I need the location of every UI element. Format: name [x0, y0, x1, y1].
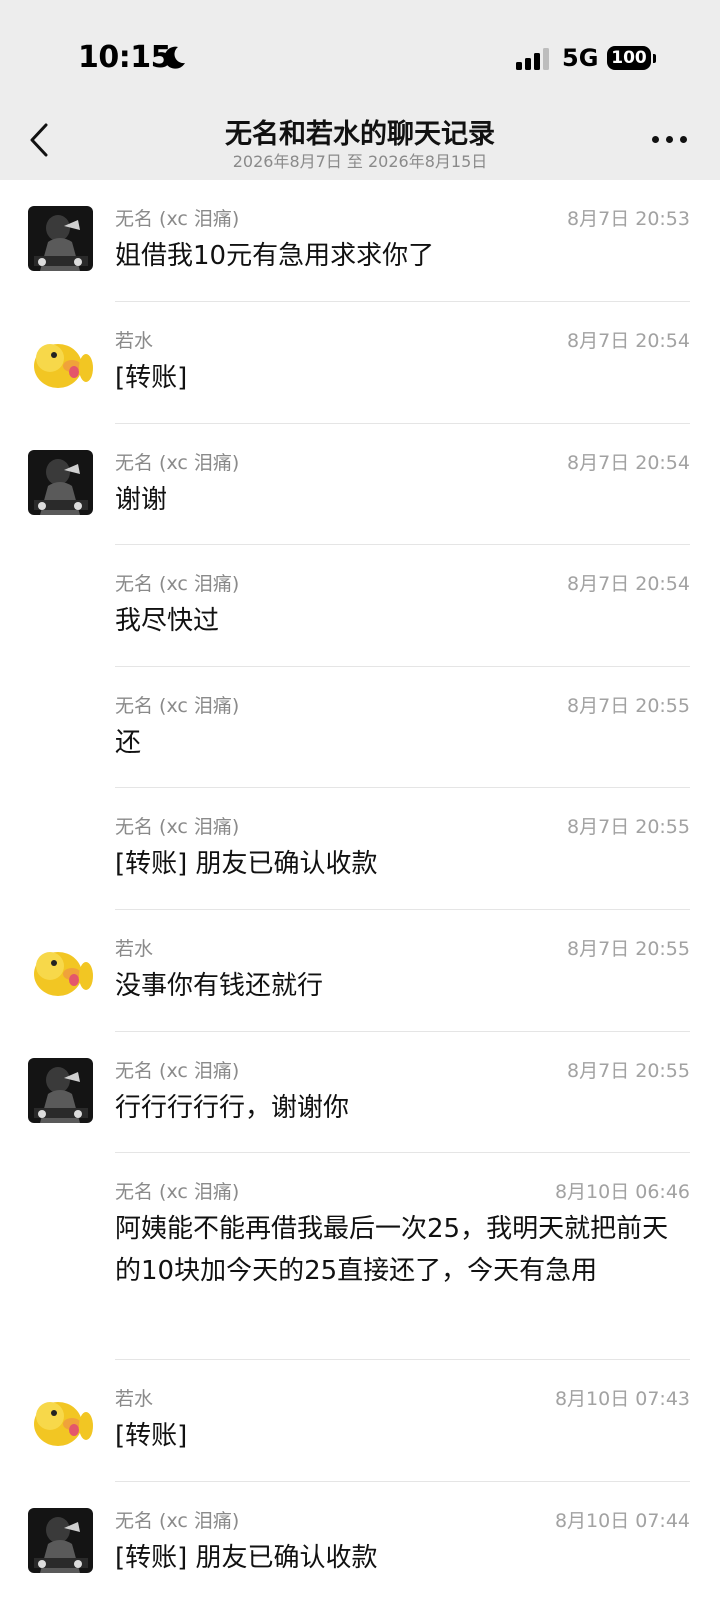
message-time: 8月7日 20:55 [567, 1060, 690, 1082]
message-time: 8月7日 20:54 [567, 573, 690, 595]
avatar[interactable] [28, 1058, 93, 1123]
moon-icon [164, 46, 185, 69]
message-time: 8月10日 07:43 [554, 1388, 690, 1410]
battery-icon: 100 [607, 46, 651, 70]
avatar[interactable] [28, 450, 93, 515]
message-text[interactable]: 还 [115, 722, 690, 764]
message-row: 无名 (xc 泪痛) 8月7日 20:54 谢谢 [0, 424, 720, 545]
message-sender: 若水 [115, 1388, 154, 1410]
message-time: 8月10日 06:46 [554, 1181, 690, 1203]
message-sender: 若水 [115, 330, 154, 352]
message-sender: 无名 (xc 泪痛) [115, 816, 240, 838]
message-text[interactable]: 姐借我10元有急用求求你了 [115, 235, 690, 277]
avatar[interactable] [28, 1386, 93, 1451]
avatar[interactable] [28, 1508, 93, 1573]
avatar[interactable] [28, 936, 93, 1001]
top-bar: 10:15 5G 100 无名和若水的聊天记录 2026年8月7日 至 2026… [0, 0, 720, 180]
message-time: 8月7日 20:55 [567, 938, 690, 960]
message-sender: 无名 (xc 泪痛) [115, 1510, 240, 1532]
message-sender: 无名 (xc 泪痛) [115, 695, 240, 717]
message-row: 若水 8月10日 07:43 [转账] [0, 1360, 720, 1482]
message-text[interactable]: [转账] [115, 357, 690, 399]
status-time: 10:15 [78, 40, 172, 75]
avatar[interactable] [28, 206, 93, 271]
message-row: 无名 (xc 泪痛) 8月7日 20:55 还 [0, 667, 720, 788]
message-text[interactable]: [转账] 朋友已确认收款 [115, 1537, 690, 1579]
network-label: 5G [562, 44, 599, 72]
message-time: 8月7日 20:53 [567, 208, 690, 230]
message-row: 无名 (xc 泪痛) 8月10日 06:46 阿姨能不能再借我最后一次25，我明天就… [0, 1153, 720, 1360]
message-row: 无名 (xc 泪痛) 8月7日 20:55 [转账] 朋友已确认收款 [0, 788, 720, 910]
message-row: 无名 (xc 泪痛) 8月7日 20:54 我尽快过 [0, 545, 720, 667]
message-text[interactable]: [转账] 朋友已确认收款 [115, 843, 690, 885]
message-text[interactable]: 阿姨能不能再借我最后一次25，我明天就把前天的10块加今天的25直接还了，今天有… [115, 1208, 690, 1292]
message-sender: 无名 (xc 泪痛) [115, 208, 240, 230]
message-sender: 无名 (xc 泪痛) [115, 1060, 240, 1082]
message-text[interactable]: 没事你有钱还就行 [115, 965, 690, 1007]
message-row: 无名 (xc 泪痛) 8月7日 20:53 姐借我10元有急用求求你了 [0, 180, 720, 302]
message-sender: 若水 [115, 938, 154, 960]
message-row: 无名 (xc 泪痛) 8月7日 20:55 行行行行行，谢谢你 [0, 1032, 720, 1153]
battery-tip [653, 54, 656, 63]
message-row: 若水 8月7日 20:55 没事你有钱还就行 [0, 910, 720, 1032]
message-sender: 无名 (xc 泪痛) [115, 573, 240, 595]
message-text[interactable]: [转账] [115, 1415, 690, 1457]
message-text[interactable]: 行行行行行，谢谢你 [115, 1087, 690, 1129]
more-icon[interactable] [652, 134, 688, 146]
page-title: 无名和若水的聊天记录 [225, 119, 495, 150]
message-row: 若水 8月7日 20:54 [转账] [0, 302, 720, 424]
avatar[interactable] [28, 328, 93, 393]
message-sender: 无名 (xc 泪痛) [115, 452, 240, 474]
message-text[interactable]: 我尽快过 [115, 600, 690, 642]
message-time: 8月10日 07:44 [554, 1510, 690, 1532]
message-time: 8月7日 20:55 [567, 816, 690, 838]
message-row: 无名 (xc 泪痛) 8月10日 07:44 [转账] 朋友已确认收款 [0, 1482, 720, 1604]
message-time: 8月7日 20:55 [567, 695, 690, 717]
page-subtitle: 2026年8月7日 至 2026年8月15日 [232, 152, 488, 171]
message-text[interactable]: 谢谢 [115, 479, 690, 521]
message-time: 8月7日 20:54 [567, 330, 690, 352]
message-time: 8月7日 20:54 [567, 452, 690, 474]
signal-icon [516, 48, 549, 70]
message-sender: 无名 (xc 泪痛) [115, 1181, 240, 1203]
